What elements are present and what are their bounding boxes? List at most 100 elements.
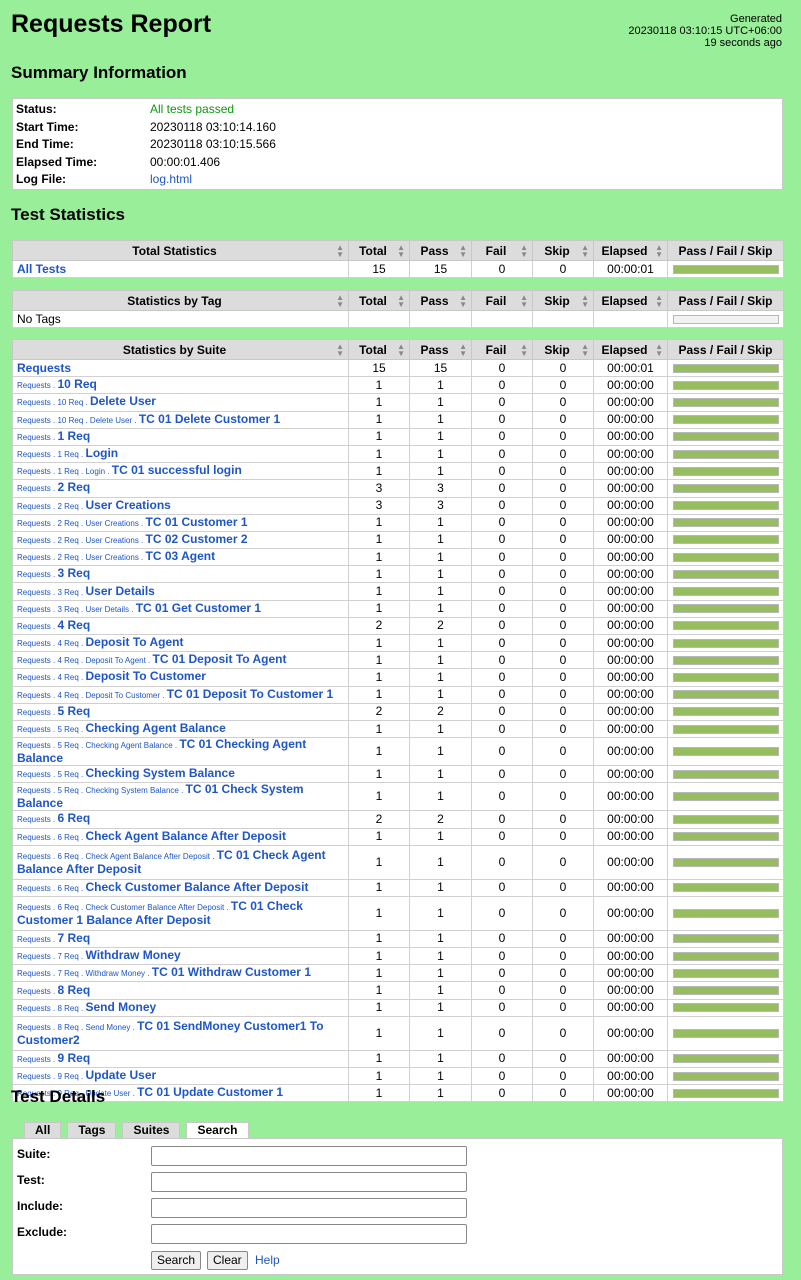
suite-link[interactable]: 7 Req bbox=[57, 931, 90, 945]
suite-path-prefix[interactable]: Requests . 4 Req . Deposit To Customer . bbox=[17, 691, 167, 700]
suite-link[interactable]: Check Agent Balance After Deposit bbox=[85, 829, 286, 843]
column-header[interactable]: Total ▲ ▼ bbox=[348, 290, 410, 311]
suite-link[interactable]: 8 Req bbox=[57, 983, 90, 997]
suite-path-prefix[interactable]: Requests . 5 Req . bbox=[17, 770, 85, 779]
suite-path-prefix[interactable]: Requests . bbox=[17, 708, 57, 717]
suite-link[interactable]: TC 02 Customer 2 bbox=[146, 532, 248, 546]
suite-path-prefix[interactable]: Requests . 6 Req . Check Customer Balanc… bbox=[17, 903, 231, 912]
tab-search[interactable]: Search bbox=[186, 1122, 249, 1139]
tab-suites[interactable]: Suites bbox=[122, 1122, 181, 1138]
include-input[interactable] bbox=[151, 1198, 467, 1218]
suite-path-prefix[interactable]: Requests . 8 Req . Send Money . bbox=[17, 1023, 137, 1032]
suite-path-prefix[interactable]: Requests . bbox=[17, 484, 57, 493]
suite-path-prefix[interactable]: Requests . 3 Req . User Details . bbox=[17, 605, 136, 614]
suite-link[interactable]: 5 Req bbox=[57, 704, 90, 718]
suite-path-prefix[interactable]: Requests . bbox=[17, 935, 57, 944]
suite-path-prefix[interactable]: Requests . bbox=[17, 622, 57, 631]
suite-link[interactable]: Checking Agent Balance bbox=[85, 721, 225, 735]
suite-path-prefix[interactable]: Requests . 8 Req . bbox=[17, 1004, 85, 1013]
suite-link[interactable]: TC 01 successful login bbox=[112, 463, 242, 477]
suite-link[interactable]: TC 01 Customer 1 bbox=[146, 515, 248, 529]
suite-link[interactable]: Deposit To Agent bbox=[85, 635, 183, 649]
suite-link[interactable]: TC 01 Delete Customer 1 bbox=[139, 412, 280, 426]
suite-path-prefix[interactable]: Requests . 10 Req . Delete User . bbox=[17, 416, 139, 425]
suite-link[interactable]: 6 Req bbox=[57, 811, 90, 825]
suite-link[interactable]: Checking System Balance bbox=[85, 766, 234, 780]
suite-link[interactable]: All Tests bbox=[17, 262, 66, 276]
suite-path-prefix[interactable]: Requests . 6 Req . Check Agent Balance A… bbox=[17, 852, 217, 861]
suite-path-prefix[interactable]: Requests . bbox=[17, 987, 57, 996]
column-header[interactable]: Pass ▲ ▼ bbox=[409, 339, 472, 360]
suite-path-prefix[interactable]: Requests . 5 Req . Checking Agent Balanc… bbox=[17, 741, 179, 750]
tab-tags[interactable]: Tags bbox=[67, 1122, 117, 1138]
suite-link[interactable]: 1 Req bbox=[57, 429, 90, 443]
suite-link[interactable]: Withdraw Money bbox=[85, 948, 180, 962]
column-header[interactable]: Fail ▲ ▼ bbox=[471, 290, 533, 311]
suite-path-prefix[interactable]: Requests . 7 Req . Withdraw Money . bbox=[17, 969, 152, 978]
suite-path-prefix[interactable]: Requests . 7 Req . bbox=[17, 952, 85, 961]
suite-link[interactable]: 3 Req bbox=[57, 566, 90, 580]
column-header[interactable]: Elapsed ▲ ▼ bbox=[593, 339, 668, 360]
suite-path-prefix[interactable]: Requests . 3 Req . bbox=[17, 588, 85, 597]
column-header[interactable]: Skip ▲ ▼ bbox=[532, 290, 594, 311]
suite-path-prefix[interactable]: Requests . 4 Req . bbox=[17, 673, 85, 682]
test-input[interactable] bbox=[151, 1172, 467, 1192]
suite-link[interactable]: TC 03 Agent bbox=[146, 549, 216, 563]
column-header-name[interactable]: Statistics by Suite ▲ ▼ bbox=[12, 339, 349, 360]
suite-path-prefix[interactable]: Requests . 2 Req . User Creations . bbox=[17, 553, 146, 562]
suite-path-prefix[interactable]: Requests . bbox=[17, 381, 57, 390]
suite-link[interactable]: User Creations bbox=[85, 498, 170, 512]
column-header[interactable]: Elapsed ▲ ▼ bbox=[593, 290, 668, 311]
suite-link[interactable]: Deposit To Customer bbox=[85, 669, 205, 683]
column-header-name[interactable]: Statistics by Tag ▲ ▼ bbox=[12, 290, 349, 311]
log-file-link[interactable]: log.html bbox=[150, 171, 192, 189]
suite-path-prefix[interactable]: Requests . 5 Req . bbox=[17, 725, 85, 734]
suite-path-prefix[interactable]: Requests . 2 Req . User Creations . bbox=[17, 536, 146, 545]
column-header[interactable]: Elapsed ▲ ▼ bbox=[593, 240, 668, 261]
column-header[interactable]: Pass ▲ ▼ bbox=[409, 290, 472, 311]
suite-path-prefix[interactable]: Requests . bbox=[17, 570, 57, 579]
column-header[interactable]: Pass ▲ ▼ bbox=[409, 240, 472, 261]
suite-input[interactable] bbox=[151, 1146, 467, 1166]
column-header-name[interactable]: Total Statistics ▲ ▼ bbox=[12, 240, 349, 261]
suite-link[interactable]: TC 01 Deposit To Customer 1 bbox=[167, 687, 333, 701]
suite-link[interactable]: 2 Req bbox=[57, 480, 90, 494]
suite-link[interactable]: 4 Req bbox=[57, 618, 90, 632]
suite-path-prefix[interactable]: Requests . bbox=[17, 815, 57, 824]
suite-link[interactable]: TC 01 Withdraw Customer 1 bbox=[152, 965, 311, 979]
suite-path-prefix[interactable]: Requests . 4 Req . bbox=[17, 639, 85, 648]
clear-button[interactable]: Clear bbox=[207, 1251, 248, 1270]
suite-path-prefix[interactable]: Requests . 2 Req . bbox=[17, 502, 85, 511]
suite-link[interactable]: User Details bbox=[85, 584, 154, 598]
column-header[interactable]: Skip ▲ ▼ bbox=[532, 240, 594, 261]
suite-path-prefix[interactable]: Requests . 4 Req . Deposit To Agent . bbox=[17, 656, 153, 665]
column-header[interactable]: Total ▲ ▼ bbox=[348, 240, 410, 261]
suite-link[interactable]: Login bbox=[85, 446, 118, 460]
suite-path-prefix[interactable]: Requests . 9 Req . bbox=[17, 1072, 85, 1081]
column-header[interactable]: Total ▲ ▼ bbox=[348, 339, 410, 360]
suite-path-prefix[interactable]: Requests . 10 Req . bbox=[17, 398, 90, 407]
suite-link[interactable]: TC 01 Deposit To Agent bbox=[153, 652, 287, 666]
help-link[interactable]: Help bbox=[255, 1253, 280, 1267]
suite-link[interactable]: Delete User bbox=[90, 394, 156, 408]
suite-link[interactable]: 9 Req bbox=[57, 1051, 90, 1065]
suite-path-prefix[interactable]: Requests . 6 Req . bbox=[17, 884, 85, 893]
suite-path-prefix[interactable]: Requests . 5 Req . Checking System Balan… bbox=[17, 786, 186, 795]
column-header[interactable]: Fail ▲ ▼ bbox=[471, 339, 533, 360]
column-header[interactable]: Fail ▲ ▼ bbox=[471, 240, 533, 261]
suite-link[interactable]: TC 01 Update Customer 1 bbox=[137, 1085, 283, 1099]
suite-path-prefix[interactable]: Requests . 1 Req . Login . bbox=[17, 467, 112, 476]
column-header[interactable]: Skip ▲ ▼ bbox=[532, 339, 594, 360]
exclude-input[interactable] bbox=[151, 1224, 467, 1244]
tab-all[interactable]: All bbox=[24, 1122, 62, 1138]
suite-path-prefix[interactable]: Requests . 2 Req . User Creations . bbox=[17, 519, 146, 528]
suite-link[interactable]: TC 01 Get Customer 1 bbox=[136, 601, 261, 615]
suite-path-prefix[interactable]: Requests . 6 Req . bbox=[17, 833, 85, 842]
suite-path-prefix[interactable]: Requests . bbox=[17, 433, 57, 442]
suite-link[interactable]: Check Customer Balance After Deposit bbox=[85, 880, 308, 894]
suite-link[interactable]: Update User bbox=[85, 1068, 156, 1082]
suite-path-prefix[interactable]: Requests . 1 Req . bbox=[17, 450, 85, 459]
suite-path-prefix[interactable]: Requests . bbox=[17, 1055, 57, 1064]
suite-link[interactable]: 10 Req bbox=[57, 377, 96, 391]
search-button[interactable]: Search bbox=[151, 1251, 202, 1270]
